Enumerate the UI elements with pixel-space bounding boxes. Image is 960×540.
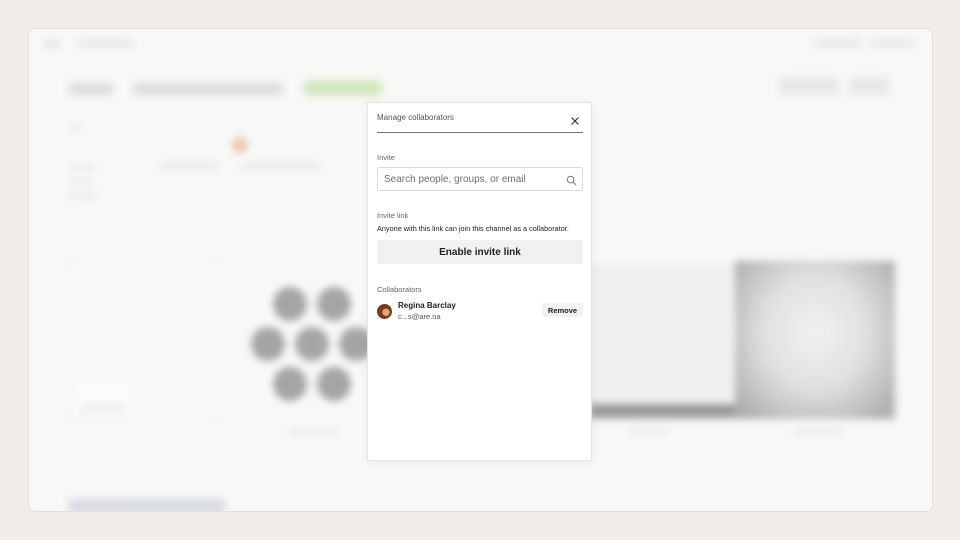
- meta-item: [159, 163, 219, 169]
- nav-item: [871, 39, 915, 47]
- top-left-icon: [45, 41, 59, 47]
- bottom-block: [69, 499, 225, 511]
- blurred-avatar: [232, 137, 248, 153]
- collaborator-name: Regina Barclay: [398, 301, 456, 310]
- blurred-photo: [735, 261, 895, 419]
- meta-item: [241, 163, 321, 169]
- avatar: [377, 304, 392, 319]
- modal-title: Manage collaborators: [377, 113, 454, 122]
- modal-header: Manage collaborators: [377, 111, 583, 133]
- card-caption: [289, 429, 339, 434]
- close-icon[interactable]: [569, 114, 581, 126]
- nav-item: [814, 39, 862, 47]
- invite-label: Invite: [377, 153, 395, 162]
- block-card: [69, 263, 221, 417]
- collaborator-row: Regina Barclay c...s@are.na Remove: [377, 301, 583, 323]
- header-button: [849, 77, 889, 95]
- search-icon[interactable]: [566, 173, 577, 186]
- blurred-dot: [273, 367, 307, 401]
- blurred-dot: [317, 287, 351, 321]
- search-input[interactable]: [378, 168, 558, 190]
- header-button: [779, 77, 839, 95]
- status-badge: [303, 80, 383, 96]
- collaborators-label: Collaborators: [377, 285, 422, 294]
- blurred-dot: [295, 327, 329, 361]
- search-box: [377, 167, 583, 191]
- invite-link-label: Invite link: [377, 211, 409, 220]
- enable-invite-link-button[interactable]: Enable invite link: [377, 240, 583, 264]
- invite-link-description: Anyone with this link can join this chan…: [377, 224, 569, 233]
- breadcrumb: [69, 83, 113, 95]
- blurred-dot: [273, 287, 307, 321]
- side-item: [69, 125, 79, 130]
- card-caption: [629, 429, 669, 434]
- remove-collaborator-button[interactable]: Remove: [542, 303, 583, 317]
- blurred-dot: [317, 367, 351, 401]
- side-item: [69, 179, 91, 184]
- side-item: [69, 193, 97, 198]
- blurred-dot: [251, 327, 285, 361]
- side-item: [69, 165, 95, 170]
- card-caption: [793, 429, 843, 434]
- nav-item: [77, 39, 133, 47]
- manage-collaborators-modal: Manage collaborators Invite Invite link …: [367, 102, 592, 461]
- card-caption: [79, 405, 125, 410]
- channel-title: [133, 83, 283, 95]
- blurred-screenshot-card: [589, 265, 739, 419]
- collaborator-email: c...s@are.na: [398, 312, 441, 321]
